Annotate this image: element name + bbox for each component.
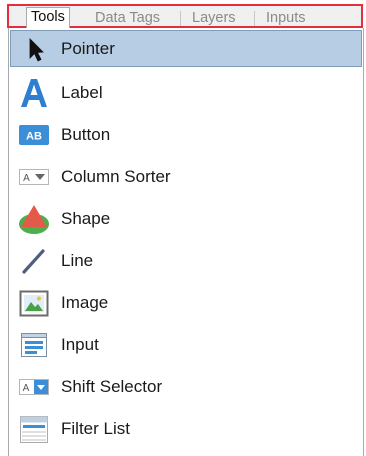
tool-label: Input bbox=[61, 334, 99, 354]
tab-data-tags[interactable]: Data Tags bbox=[95, 9, 160, 27]
tool-line[interactable]: Line bbox=[10, 242, 362, 279]
svg-text:A: A bbox=[23, 383, 30, 394]
tool-label: Column Sorter bbox=[61, 166, 171, 186]
tab-bar: Tools Data Tags Layers Inputs bbox=[7, 4, 363, 28]
svg-text:AB: AB bbox=[26, 130, 42, 142]
tool-filter-list[interactable]: Filter List bbox=[10, 410, 362, 447]
tab-inputs[interactable]: Inputs bbox=[266, 9, 306, 27]
input-icon bbox=[18, 329, 50, 361]
shape-icon bbox=[18, 203, 50, 235]
tab-separator bbox=[254, 11, 255, 26]
tab-separator bbox=[180, 11, 181, 26]
tool-label: Button bbox=[61, 124, 111, 144]
tool-label: Filter List bbox=[61, 418, 130, 438]
tool-label: Pointer bbox=[61, 38, 115, 58]
filter-list-icon bbox=[18, 413, 50, 445]
tool-label: Shift Selector bbox=[61, 376, 163, 396]
tab-tools[interactable]: Tools bbox=[26, 7, 70, 28]
tool-label: Line bbox=[61, 250, 94, 270]
column-sorter-icon: A bbox=[18, 161, 50, 193]
svg-text:A: A bbox=[23, 173, 30, 184]
tool-label: Image bbox=[61, 292, 109, 312]
image-icon bbox=[18, 287, 50, 319]
button-icon: AB bbox=[18, 119, 50, 151]
tool-label: Shape bbox=[61, 208, 111, 228]
tool-label: Label bbox=[61, 82, 103, 102]
pointer-icon bbox=[19, 33, 51, 65]
tool-button[interactable]: AB Button bbox=[10, 116, 362, 153]
tool-input[interactable]: Input bbox=[10, 326, 362, 363]
tool-column-sorter[interactable]: A Column Sorter bbox=[10, 158, 362, 195]
tab-layers[interactable]: Layers bbox=[192, 9, 236, 27]
tool-label-item[interactable]: Label bbox=[10, 74, 362, 111]
shift-selector-icon: A bbox=[18, 371, 50, 403]
tool-shape[interactable]: Shape bbox=[10, 200, 362, 237]
label-icon bbox=[18, 77, 50, 109]
tool-pointer[interactable]: Pointer bbox=[10, 30, 362, 67]
tools-panel: Pointer Label AB Button A Column Sorter bbox=[8, 28, 364, 456]
tool-shift-selector[interactable]: A Shift Selector bbox=[10, 368, 362, 405]
line-icon bbox=[18, 245, 50, 277]
tool-image[interactable]: Image bbox=[10, 284, 362, 321]
